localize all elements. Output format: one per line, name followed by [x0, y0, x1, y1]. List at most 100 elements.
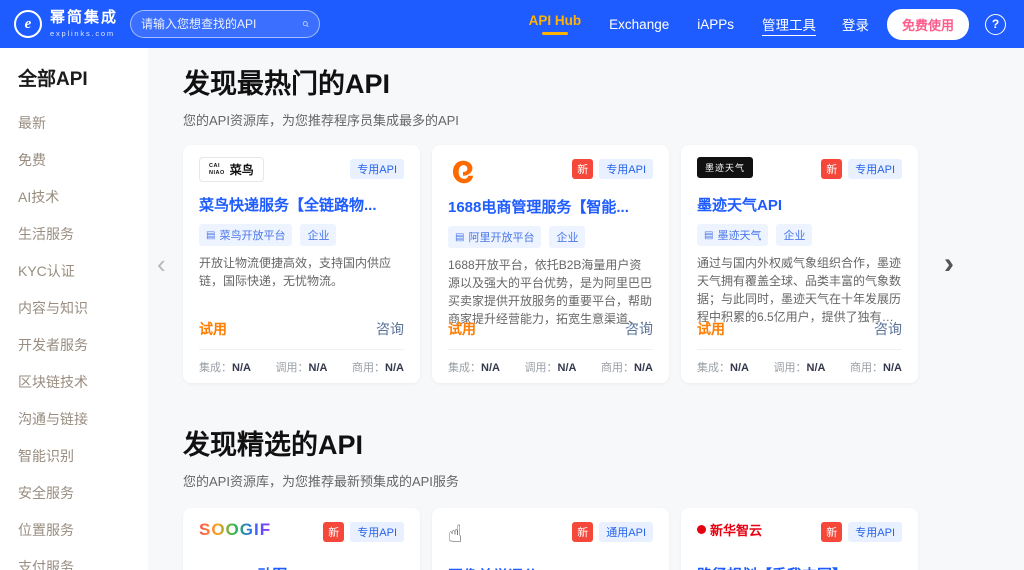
api-type-badge: 专用API	[599, 159, 653, 179]
card-stats: 集成：N/A 调用：N/A 商用：N/A	[697, 349, 902, 375]
stat-invocation: 调用：N/A	[774, 359, 826, 375]
sidebar-item-kyc[interactable]: KYC认证	[18, 261, 148, 281]
try-button[interactable]: 试用	[448, 319, 476, 339]
new-badge: 新	[572, 522, 593, 542]
featured-section-title: 发现精选的API	[183, 423, 1024, 462]
explinks-logo-icon: e	[14, 10, 42, 38]
free-trial-button[interactable]: 免费使用	[887, 9, 969, 40]
stat-integration: 集成：N/A	[448, 359, 500, 375]
api-title-link[interactable]: 路径规划【秀我中国】	[697, 564, 902, 570]
sidebar-item-location[interactable]: 位置服务	[18, 520, 148, 540]
cainiao-logo: CAI NIAO 菜鸟	[199, 157, 264, 182]
sidebar-item-latest[interactable]: 最新	[18, 113, 148, 133]
api-card-moji-weather[interactable]: 墨迹天气 新 专用API 墨迹天气API ▤墨迹天气 企业 通过与国内外权威气象…	[681, 145, 918, 383]
platform-tag[interactable]: ▤菜鸟开放平台	[199, 224, 292, 246]
moji-weather-logo: 墨迹天气	[697, 157, 753, 178]
enterprise-tag[interactable]: 企业	[300, 224, 336, 246]
api-card-route-planning[interactable]: 新华智云 新 专用API 路径规划【秀我中国】	[681, 508, 918, 570]
main-nav: API Hub Exchange iAPPs 管理工具	[529, 13, 816, 35]
hot-api-section: 发现最热门的API 您的API资源库，为您推荐程序员集成最多的API ‹ › C…	[183, 62, 1024, 383]
help-icon[interactable]: ?	[985, 14, 1006, 35]
try-button[interactable]: 试用	[199, 319, 227, 339]
enterprise-tag[interactable]: 企业	[776, 224, 812, 246]
platform-tag-label: 菜鸟开放平台	[219, 227, 285, 243]
sidebar-item-recognition[interactable]: 智能识别	[18, 446, 148, 466]
api-type-badge: 通用API	[599, 522, 653, 542]
consult-button[interactable]: 咨询	[874, 319, 902, 339]
stat-integration: 集成：N/A	[199, 359, 251, 375]
featured-api-section: 发现精选的API 您的API资源库，为您推荐最新预集成的API服务 SOOGIF…	[183, 423, 1024, 570]
stat-invocation: 调用：N/A	[525, 359, 577, 375]
consult-button[interactable]: 咨询	[376, 319, 404, 339]
api-description: 通过与国内外权威气象组织合作，墨迹天气拥有覆盖全球、品类丰富的气象数据；与此同时…	[697, 254, 902, 326]
stat-invocation: 调用：N/A	[276, 359, 328, 375]
nav-api-hub[interactable]: API Hub	[529, 13, 582, 35]
stat-integration: 集成：N/A	[697, 359, 749, 375]
platform-tag-label: 阿里开放平台	[468, 229, 534, 245]
featured-section-subtitle: 您的API资源库，为您推荐最新预集成的API服务	[183, 471, 1024, 490]
sidebar-item-blockchain[interactable]: 区块链技术	[18, 372, 148, 392]
sidebar-item-communication[interactable]: 沟通与链接	[18, 409, 148, 429]
stat-commercial: 商用：N/A	[601, 359, 653, 375]
sidebar-item-content[interactable]: 内容与知识	[18, 298, 148, 318]
platform-icon: ▤	[455, 232, 464, 243]
card-stats: 集成：N/A 调用：N/A 商用：N/A	[199, 349, 404, 375]
sidebar-item-security[interactable]: 安全服务	[18, 483, 148, 503]
sidebar-item-free[interactable]: 免费	[18, 150, 148, 170]
sidebar-item-payment[interactable]: 支付服务	[18, 557, 148, 570]
brand-logo[interactable]: e 幂简集成 explinks.com	[14, 10, 118, 38]
nav-iapps[interactable]: iAPPs	[697, 17, 734, 32]
xinhua-logo-icon	[697, 525, 706, 534]
nav-exchange[interactable]: Exchange	[609, 17, 669, 32]
api-card-1688[interactable]: 新 专用API 1688电商管理服务【智能... ▤阿里开放平台 企业 1688…	[432, 145, 669, 383]
api-type-badge: 专用API	[848, 159, 902, 179]
hot-section-title: 发现最热门的API	[183, 62, 1024, 101]
platform-tag[interactable]: ▤ 阿里开放平台	[448, 226, 541, 248]
sidebar-item-life[interactable]: 生活服务	[18, 224, 148, 244]
carousel-next-button[interactable]: ›	[944, 249, 954, 279]
api-type-badge: 专用API	[848, 522, 902, 542]
hot-section-subtitle: 您的API资源库，为您推荐程序员集成最多的API	[183, 110, 1024, 129]
platform-tag-label: 墨迹天气	[717, 227, 761, 243]
main-content: 发现最热门的API 您的API资源库，为您推荐程序员集成最多的API ‹ › C…	[148, 0, 1024, 570]
login-link[interactable]: 登录	[842, 14, 869, 34]
xinhua-logo: 新华智云	[697, 520, 762, 539]
api-title-link[interactable]: 墨迹天气API	[697, 194, 902, 215]
brand-name: 幂简集成	[50, 10, 118, 27]
enterprise-tag[interactable]: 企业	[549, 226, 585, 248]
api-card-image-aesthetics[interactable]: ☝ 新 通用API 图像美学评分	[432, 508, 669, 570]
api-card-soogif[interactable]: SOOGIF 新 专用API SOOGIF动图API ⋯	[183, 508, 420, 570]
nav-admin-tools[interactable]: 管理工具	[762, 14, 816, 34]
logo-glyph: e	[25, 16, 32, 33]
new-badge: 新	[821, 159, 842, 179]
api-card-cainiao[interactable]: CAI NIAO 菜鸟 专用API 菜鸟快递服务【全链路物... ▤菜鸟开放平台…	[183, 145, 420, 383]
new-badge: 新	[572, 159, 593, 179]
stat-commercial: 商用：N/A	[352, 359, 404, 375]
soogif-logo: SOOGIF	[199, 520, 271, 540]
new-badge: 新	[821, 522, 842, 542]
consult-button[interactable]: 咨询	[625, 319, 653, 339]
alibaba-1688-logo-icon	[448, 157, 478, 187]
try-button[interactable]: 试用	[697, 319, 725, 339]
sidebar-item-developer[interactable]: 开发者服务	[18, 335, 148, 355]
stat-commercial: 商用：N/A	[850, 359, 902, 375]
category-list: 最新 免费 AI技术 生活服务 KYC认证 内容与知识 开发者服务 区块链技术 …	[18, 113, 148, 570]
api-search-box[interactable]	[130, 10, 320, 38]
api-title-link[interactable]: SOOGIF动图API	[199, 564, 404, 570]
platform-tag[interactable]: ▤墨迹天气	[697, 224, 768, 246]
api-title-link[interactable]: 图像美学评分	[448, 565, 653, 570]
carousel-prev-button[interactable]: ‹	[157, 251, 166, 277]
search-input[interactable]	[141, 17, 296, 31]
api-title-link[interactable]: 1688电商管理服务【智能...	[448, 196, 653, 217]
api-type-badge: 专用API	[350, 159, 404, 179]
thumbs-up-logo-icon: ☝	[448, 520, 463, 549]
search-icon[interactable]	[302, 17, 309, 31]
api-type-badge: 专用API	[350, 522, 404, 542]
api-description: 开放让物流便捷高效，支持国内供应链，国际快递，无忧物流。	[199, 254, 404, 326]
cainiao-logo-en: CAI NIAO	[209, 163, 225, 176]
brand-domain: explinks.com	[50, 29, 118, 38]
sidebar-item-ai[interactable]: AI技术	[18, 187, 148, 207]
api-title-link[interactable]: 菜鸟快递服务【全链路物...	[199, 194, 404, 215]
top-navbar: e 幂简集成 explinks.com API Hub Exchange iAP…	[0, 0, 1024, 48]
xinhua-logo-label: 新华智云	[710, 520, 762, 539]
